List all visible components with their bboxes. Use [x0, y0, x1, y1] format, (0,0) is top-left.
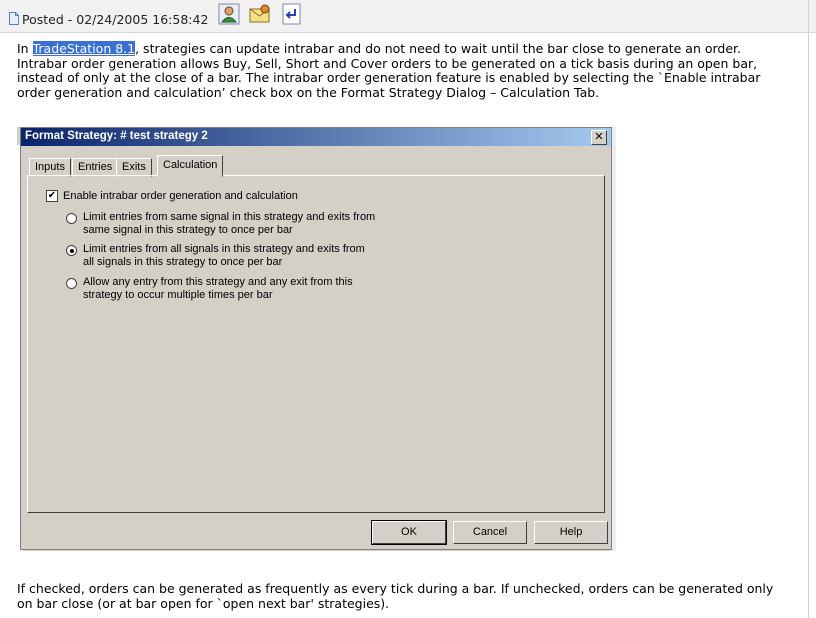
radio-all-signals-line2: all signals in this strategy to once per… [83, 256, 283, 268]
page-border [808, 0, 809, 618]
radio-same-signal[interactable] [66, 213, 77, 224]
radio-same-signal-line2: same signal in this strategy to once per… [83, 224, 293, 236]
radio-multiple-times-line1: Allow any entry from this strategy and a… [83, 276, 353, 288]
radio-selected-dot [69, 248, 74, 253]
calculation-panel: ✔ Enable intrabar order generation and c… [27, 175, 605, 513]
radio-same-signal-label: Limit entries from same signal in this s… [83, 211, 375, 237]
radio-multiple-times-line2: strategy to occur multiple times per bar [83, 289, 273, 301]
document-icon [9, 12, 19, 25]
help-button[interactable]: Help [534, 521, 608, 544]
close-button[interactable]: ✕ [591, 130, 607, 145]
article-paragraph-1: In TradeStation 8.1, strategies can upda… [17, 41, 785, 100]
tab-calculation[interactable]: Calculation [157, 155, 224, 177]
format-strategy-dialog: Format Strategy: # test strategy 2 ✕ Inp… [20, 127, 612, 550]
post-header: Posted - 02/24/2005 16:58:42 [0, 0, 816, 33]
dialog-screenshot: Format Strategy: # test strategy 2 ✕ Inp… [17, 127, 616, 551]
cancel-button[interactable]: Cancel [453, 521, 527, 544]
radio-multiple-times[interactable] [66, 278, 77, 289]
tradestation-link[interactable]: TradeStation 8.1 [32, 41, 136, 56]
reply-icon[interactable] [281, 3, 303, 25]
radio-all-signals-line1: Limit entries from all signals in this s… [83, 243, 365, 255]
radio-all-signals-label: Limit entries from all signals in this s… [83, 243, 365, 269]
radio-multiple-times-label: Allow any entry from this strategy and a… [83, 276, 353, 302]
text-prefix: In [17, 41, 33, 56]
intrabar-checkbox-label: Enable intrabar order generation and cal… [63, 190, 298, 202]
user-profile-icon[interactable] [218, 3, 240, 25]
post-timestamp: Posted - 02/24/2005 16:58:42 [22, 12, 209, 27]
dialog-titlebar: Format Strategy: # test strategy 2 ✕ [21, 128, 611, 146]
ok-button[interactable]: OK [371, 520, 447, 545]
article-paragraph-2: If checked, orders can be generated as f… [17, 581, 774, 611]
intrabar-checkbox[interactable]: ✔ [46, 190, 58, 202]
radio-all-signals[interactable] [66, 245, 77, 256]
dialog-title: Format Strategy: # test strategy 2 [25, 130, 208, 142]
radio-same-signal-line1: Limit entries from same signal in this s… [83, 211, 376, 223]
envelope-icon[interactable] [249, 3, 271, 25]
